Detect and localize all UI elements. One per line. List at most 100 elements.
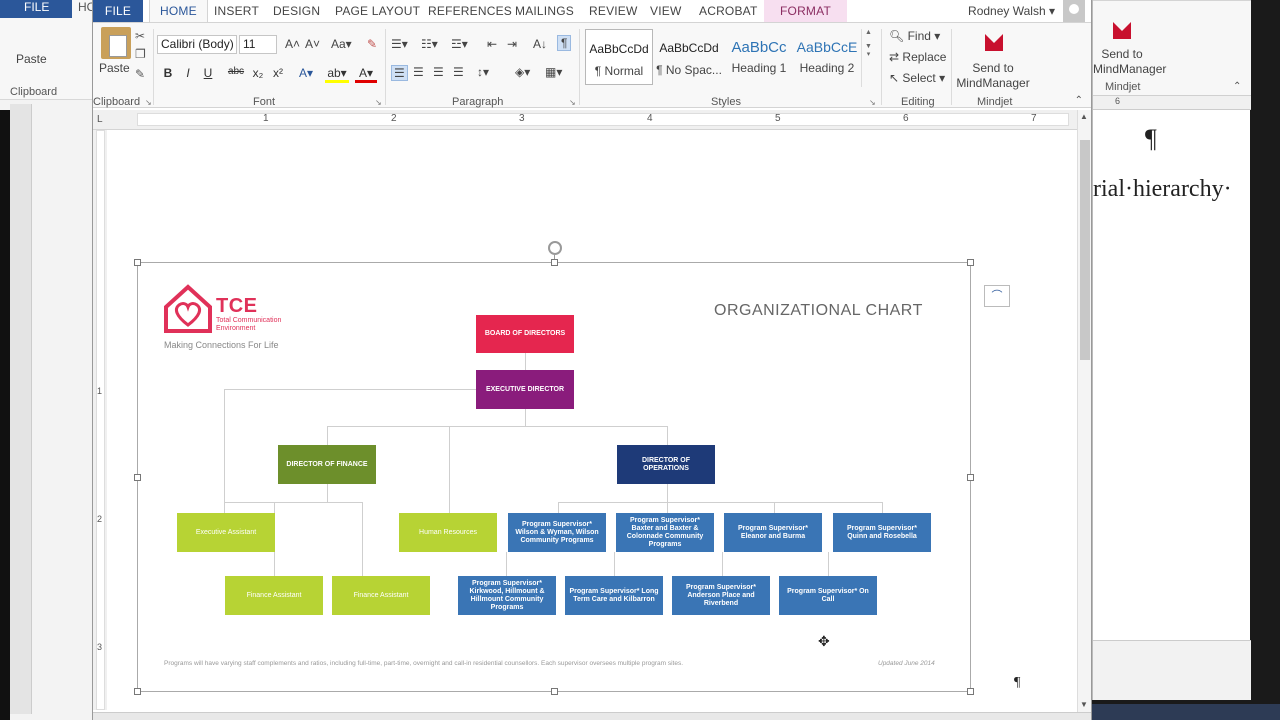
scroll-down-icon[interactable]: ▼	[1080, 700, 1088, 709]
copy-icon[interactable]: ❐	[135, 47, 146, 61]
avatar[interactable]	[1063, 0, 1085, 22]
resize-handle[interactable]	[134, 688, 141, 695]
clipboard-launcher-icon[interactable]: ↘	[145, 98, 152, 107]
tab-acrobat[interactable]: ACROBAT	[699, 4, 758, 18]
vertical-ruler[interactable]: 1 2 3	[93, 130, 107, 710]
tab-page-layout[interactable]: PAGE LAYOUT	[335, 4, 420, 18]
mindmanager-icon[interactable]	[983, 31, 1005, 53]
paste-icon[interactable]	[101, 27, 131, 59]
style-normal[interactable]: AaBbCcDd ¶ Normal	[585, 29, 653, 85]
connector	[327, 426, 328, 445]
bg-file-tab[interactable]: FILE	[0, 0, 72, 18]
finance-assistant-box: Finance Assistant	[225, 576, 323, 615]
italic-button[interactable]: I	[179, 66, 197, 80]
scroll-up-icon[interactable]: ▲	[1080, 112, 1088, 121]
resize-handle[interactable]	[134, 474, 141, 481]
align-right-icon[interactable]: ☰	[433, 65, 444, 79]
bullets-icon[interactable]: ☰▾	[391, 37, 408, 51]
select-button[interactable]: ↖ Select ▾	[889, 71, 945, 85]
styles-launcher-icon[interactable]: ↘	[869, 98, 876, 107]
tab-mailings[interactable]: MAILINGS	[515, 4, 574, 18]
justify-icon[interactable]: ☰	[453, 65, 464, 79]
paste-button[interactable]: Paste	[99, 61, 130, 75]
replace-button[interactable]: ⇄ Replace	[889, 50, 946, 64]
collapse-ribbon-icon[interactable]: ⌃	[1075, 95, 1083, 106]
style-heading-1[interactable]: AaBbCc Heading 1	[725, 29, 793, 85]
align-left-icon[interactable]: ☰	[391, 65, 408, 81]
grow-font-button[interactable]: A˄	[285, 37, 300, 51]
multilevel-list-icon[interactable]: ☲▾	[451, 37, 468, 51]
resize-handle[interactable]	[551, 688, 558, 695]
show-formatting-button[interactable]: ¶	[557, 35, 572, 51]
underline-button[interactable]: U	[199, 66, 217, 80]
shading-icon[interactable]: ◈▾	[515, 65, 530, 79]
font-color-button[interactable]: A▾	[355, 66, 377, 83]
font-launcher-icon[interactable]: ↘	[375, 98, 382, 107]
format-painter-icon[interactable]: ✎	[135, 67, 145, 81]
sort-button[interactable]: A↓	[533, 37, 547, 51]
tab-references[interactable]: REFERENCES	[428, 4, 512, 18]
layout-options-icon[interactable]: ⌒	[984, 285, 1010, 307]
connector	[614, 552, 615, 576]
cut-icon[interactable]: ✂	[135, 29, 145, 43]
tab-home[interactable]: HOME	[149, 0, 208, 23]
text-effects-button[interactable]: A▾	[295, 66, 317, 80]
find-button[interactable]: 🔍︎ Find ▾	[889, 29, 940, 43]
decrease-indent-icon[interactable]: ⇤	[487, 37, 497, 51]
increase-indent-icon[interactable]: ⇥	[507, 37, 517, 51]
org-chart-image[interactable]: ⌒ ¶ TCE Total Communication Environment …	[134, 241, 1020, 695]
vertical-scrollbar[interactable]: ▲ ▼	[1077, 110, 1091, 712]
resize-handle[interactable]	[551, 259, 558, 266]
bg-collapse-ribbon-icon[interactable]: ⌃	[1233, 81, 1241, 92]
style-no-spacing[interactable]: AaBbCcDd ¶ No Spac...	[655, 29, 723, 85]
tab-file[interactable]: FILE	[93, 0, 143, 22]
superscript-button[interactable]: x²	[269, 66, 287, 80]
bg-paste-button[interactable]: Paste	[16, 52, 47, 66]
clear-formatting-button[interactable]: ✎	[367, 37, 377, 51]
numbering-icon[interactable]: ☷▾	[421, 37, 438, 51]
connector	[506, 552, 507, 576]
executive-director-box: EXECUTIVE DIRECTOR	[476, 370, 574, 409]
font-name-select[interactable]: Calibri (Body)	[157, 35, 237, 54]
send-to-mindmanager-button[interactable]: Send to MindManager	[953, 61, 1033, 91]
connector	[667, 484, 668, 502]
tab-insert[interactable]: INSERT	[214, 4, 259, 18]
resize-handle[interactable]	[967, 259, 974, 266]
tab-selector-icon[interactable]: L	[97, 114, 103, 125]
align-center-icon[interactable]: ☰	[413, 65, 424, 79]
strikethrough-button[interactable]: abc	[227, 66, 245, 77]
ribbon: Paste ✂ ❐ ✎ Clipboard ↘ Calibri (Body) 1…	[93, 22, 1091, 108]
style-heading-2[interactable]: AaBbCcE Heading 2	[793, 29, 861, 85]
borders-icon[interactable]: ▦▾	[545, 65, 562, 79]
bg-send-mindmanager-button[interactable]: Send to MindManager	[1093, 47, 1166, 77]
horizontal-ruler[interactable]: L 1 2 3 4 5 6 7	[93, 110, 1091, 130]
tab-view[interactable]: VIEW	[650, 4, 681, 18]
subscript-button[interactable]: x₂	[249, 66, 267, 80]
change-case-button[interactable]: Aa▾	[331, 37, 352, 51]
status-bar	[93, 712, 1091, 720]
rotate-handle[interactable]	[548, 241, 562, 255]
tab-review[interactable]: REVIEW	[589, 4, 638, 18]
connector	[882, 502, 883, 513]
mindmanager-icon	[1113, 22, 1131, 39]
paragraph-launcher-icon[interactable]: ↘	[569, 98, 576, 107]
document-page[interactable]: ⌒ ¶ TCE Total Communication Environment …	[107, 131, 1077, 710]
user-name[interactable]: Rodney Walsh ▾	[968, 4, 1055, 18]
tab-design[interactable]: DESIGN	[273, 4, 320, 18]
ruler-mark: 2	[391, 113, 397, 124]
styles-scroll-icon[interactable]: ▲ ▼ ▾	[861, 29, 875, 87]
scroll-thumb[interactable]	[1080, 140, 1090, 360]
director-finance-box: DIRECTOR OF FINANCE	[278, 445, 376, 484]
line-spacing-icon[interactable]: ↕▾	[477, 65, 489, 79]
chart-title: ORGANIZATIONAL CHART	[714, 302, 923, 319]
shrink-font-button[interactable]: A˅	[305, 37, 320, 51]
tab-format[interactable]: FORMAT	[764, 0, 847, 22]
background-window-right: Send to MindManager Mindjet ⌃ 6 ¶ rial·h…	[1092, 0, 1251, 700]
bg-document-text: rial·hierarchy·	[1093, 176, 1232, 202]
resize-handle[interactable]	[967, 474, 974, 481]
font-size-select[interactable]: 11	[239, 35, 277, 54]
resize-handle[interactable]	[134, 259, 141, 266]
bold-button[interactable]: B	[159, 66, 177, 80]
resize-handle[interactable]	[967, 688, 974, 695]
highlight-button[interactable]: ab▾	[325, 66, 349, 83]
